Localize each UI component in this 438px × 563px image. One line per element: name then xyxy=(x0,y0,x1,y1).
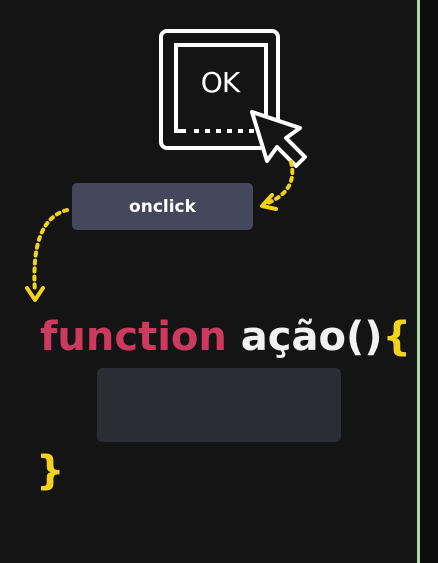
function-declaration: function ação(){ xyxy=(40,314,411,360)
close-brace: } xyxy=(36,448,65,494)
function-keyword: function xyxy=(40,314,227,360)
dotted-arrow-icon xyxy=(25,208,69,302)
onclick-label: onclick xyxy=(129,196,196,217)
dotted-arrow-icon xyxy=(260,160,295,211)
onclick-event-box: onclick xyxy=(72,183,253,230)
cursor-arrow-icon xyxy=(250,110,307,168)
open-brace: { xyxy=(382,314,412,360)
ok-label: OK xyxy=(200,66,240,99)
function-body-placeholder xyxy=(97,368,341,442)
function-name: ação() xyxy=(240,314,383,360)
